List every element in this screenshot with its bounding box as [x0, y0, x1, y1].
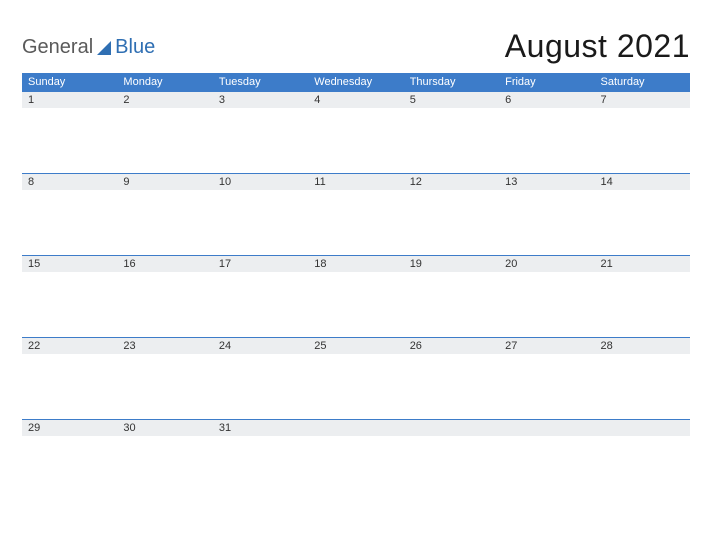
- date-cell: 7: [595, 91, 690, 173]
- brand-logo: General Blue: [22, 36, 155, 65]
- date-number: 16: [117, 256, 212, 272]
- date-cell: 22: [22, 337, 117, 419]
- day-header-cell: Wednesday: [308, 76, 403, 88]
- date-cell: 25: [308, 337, 403, 419]
- date-cell: 6: [499, 91, 594, 173]
- date-cell: 16: [117, 255, 212, 337]
- date-cell: 20: [499, 255, 594, 337]
- date-number: [499, 420, 594, 436]
- date-number: [595, 420, 690, 436]
- day-header-cell: Friday: [499, 76, 594, 88]
- date-cell: 24: [213, 337, 308, 419]
- date-number: 8: [22, 174, 117, 190]
- date-cell: 30: [117, 419, 212, 501]
- date-number: 4: [308, 92, 403, 108]
- day-header-cell: Monday: [117, 76, 212, 88]
- date-cell: 2: [117, 91, 212, 173]
- date-number: 28: [595, 338, 690, 354]
- date-number: 11: [308, 174, 403, 190]
- date-cell: 31: [213, 419, 308, 501]
- date-number: 1: [22, 92, 117, 108]
- date-number: 21: [595, 256, 690, 272]
- date-number: [404, 420, 499, 436]
- date-number: 23: [117, 338, 212, 354]
- date-number: 24: [213, 338, 308, 354]
- date-number: 29: [22, 420, 117, 436]
- date-cell: 18: [308, 255, 403, 337]
- brand-triangle-icon: [97, 41, 111, 55]
- day-header-cell: Thursday: [404, 76, 499, 88]
- day-header-cell: Tuesday: [213, 76, 308, 88]
- week-row: 1 2 3 4 5 6 7: [22, 91, 690, 173]
- date-cell: 11: [308, 173, 403, 255]
- date-number: 14: [595, 174, 690, 190]
- date-number: 6: [499, 92, 594, 108]
- date-number: 13: [499, 174, 594, 190]
- date-cell: 13: [499, 173, 594, 255]
- week-row: 29 30 31: [22, 419, 690, 501]
- date-cell: 14: [595, 173, 690, 255]
- calendar: Sunday Monday Tuesday Wednesday Thursday…: [22, 73, 690, 501]
- date-cell: 12: [404, 173, 499, 255]
- date-cell: 5: [404, 91, 499, 173]
- week-row: 15 16 17 18 19 20 21: [22, 255, 690, 337]
- date-number: 30: [117, 420, 212, 436]
- date-cell: 17: [213, 255, 308, 337]
- date-cell: 23: [117, 337, 212, 419]
- date-number: 27: [499, 338, 594, 354]
- date-number: 19: [404, 256, 499, 272]
- date-number: 7: [595, 92, 690, 108]
- date-cell: 8: [22, 173, 117, 255]
- date-cell: 4: [308, 91, 403, 173]
- date-number: 31: [213, 420, 308, 436]
- header: General Blue August 2021: [22, 28, 690, 65]
- date-number: 22: [22, 338, 117, 354]
- date-cell: 29: [22, 419, 117, 501]
- date-cell: 3: [213, 91, 308, 173]
- week-row: 22 23 24 25 26 27 28: [22, 337, 690, 419]
- page-title: August 2021: [505, 28, 690, 65]
- date-cell: [595, 419, 690, 501]
- day-header-cell: Sunday: [22, 76, 117, 88]
- date-number: 17: [213, 256, 308, 272]
- date-cell: 9: [117, 173, 212, 255]
- brand-text-general: General: [22, 36, 93, 59]
- date-cell: [499, 419, 594, 501]
- day-header-cell: Saturday: [595, 76, 690, 88]
- date-cell: 10: [213, 173, 308, 255]
- date-number: [308, 420, 403, 436]
- date-number: 9: [117, 174, 212, 190]
- date-number: 5: [404, 92, 499, 108]
- brand-text-blue: Blue: [115, 36, 155, 59]
- week-row: 8 9 10 11 12 13 14: [22, 173, 690, 255]
- date-cell: 21: [595, 255, 690, 337]
- date-cell: [404, 419, 499, 501]
- date-cell: 19: [404, 255, 499, 337]
- date-number: 3: [213, 92, 308, 108]
- date-number: 12: [404, 174, 499, 190]
- date-number: 26: [404, 338, 499, 354]
- date-number: 25: [308, 338, 403, 354]
- day-header-row: Sunday Monday Tuesday Wednesday Thursday…: [22, 73, 690, 91]
- date-cell: 28: [595, 337, 690, 419]
- date-cell: [308, 419, 403, 501]
- date-number: 15: [22, 256, 117, 272]
- date-cell: 27: [499, 337, 594, 419]
- date-cell: 26: [404, 337, 499, 419]
- date-number: 10: [213, 174, 308, 190]
- date-cell: 15: [22, 255, 117, 337]
- date-cell: 1: [22, 91, 117, 173]
- date-number: 18: [308, 256, 403, 272]
- date-number: 2: [117, 92, 212, 108]
- date-number: 20: [499, 256, 594, 272]
